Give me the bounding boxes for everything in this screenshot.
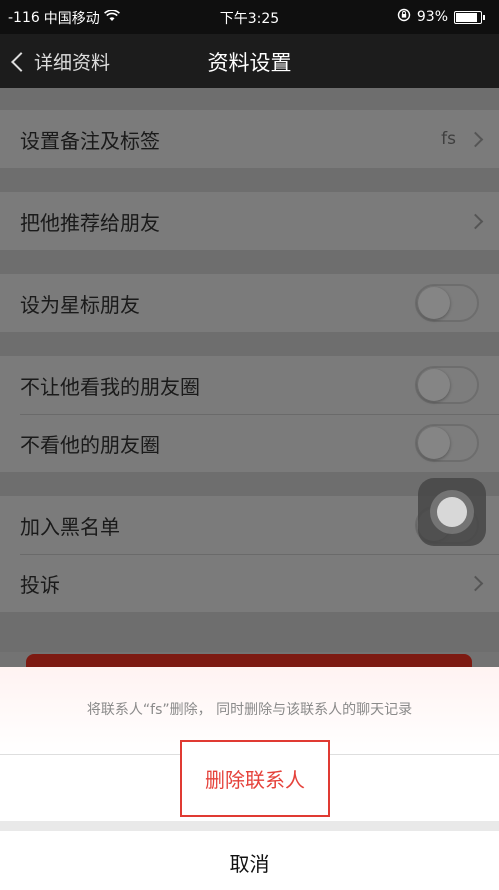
- rotation-lock-icon: [397, 8, 411, 26]
- row-report[interactable]: 投诉: [0, 554, 499, 612]
- block-his-moments-toggle[interactable]: [415, 424, 479, 462]
- status-bar: -116 中国移动 下午3:25 93%: [0, 0, 499, 34]
- row-label: 加入黑名单: [20, 514, 120, 539]
- star-friend-toggle[interactable]: [415, 284, 479, 322]
- divider: [20, 414, 499, 415]
- chevron-right-icon: [467, 131, 484, 147]
- chevron-right-icon: [467, 213, 484, 229]
- action-sheet-message: 将联系人“fs”删除， 同时删除与该联系人的聊天记录: [86, 702, 413, 718]
- row-label: 投诉: [20, 572, 60, 597]
- battery-percent: 93%: [416, 9, 448, 25]
- settings-list: 设置备注及标签 fs 把他推荐给朋友 设为星标朋友 不让他看我的朋友圈 不看他的…: [0, 88, 499, 652]
- status-right: 93%: [397, 8, 485, 26]
- cancel-button[interactable]: 取消: [0, 848, 499, 877]
- row-label: 不让他看我的朋友圈: [20, 374, 200, 399]
- hide-my-moments-toggle[interactable]: [415, 366, 479, 404]
- chevron-right-icon: [467, 575, 484, 591]
- row-recommend-friend[interactable]: 把他推荐给朋友: [0, 192, 499, 250]
- assistive-touch-button[interactable]: [418, 478, 486, 546]
- nav-bar: 详细资料 资料设置: [0, 34, 499, 88]
- row-label: 把他推荐给朋友: [20, 210, 160, 235]
- remark-value: fs: [441, 129, 456, 149]
- row-block-his-moments: 不看他的朋友圈: [0, 414, 499, 472]
- divider: [20, 554, 499, 555]
- row-label: 设置备注及标签: [20, 128, 160, 153]
- battery-icon: [454, 10, 482, 24]
- row-star-friend: 设为星标朋友: [0, 274, 499, 332]
- row-label: 设为星标朋友: [20, 292, 140, 317]
- row-label: 不看他的朋友圈: [20, 432, 160, 457]
- action-sheet: 将联系人“fs”删除， 同时删除与该联系人的聊天记录 删除联系人 取消: [0, 667, 499, 890]
- row-hide-my-moments: 不让他看我的朋友圈: [0, 356, 499, 414]
- page-title: 资料设置: [207, 51, 292, 75]
- cancel-box: 取消: [0, 831, 499, 890]
- row-remark-tags[interactable]: 设置备注及标签 fs: [0, 110, 499, 168]
- delete-contact-button[interactable]: 删除联系人: [180, 740, 330, 817]
